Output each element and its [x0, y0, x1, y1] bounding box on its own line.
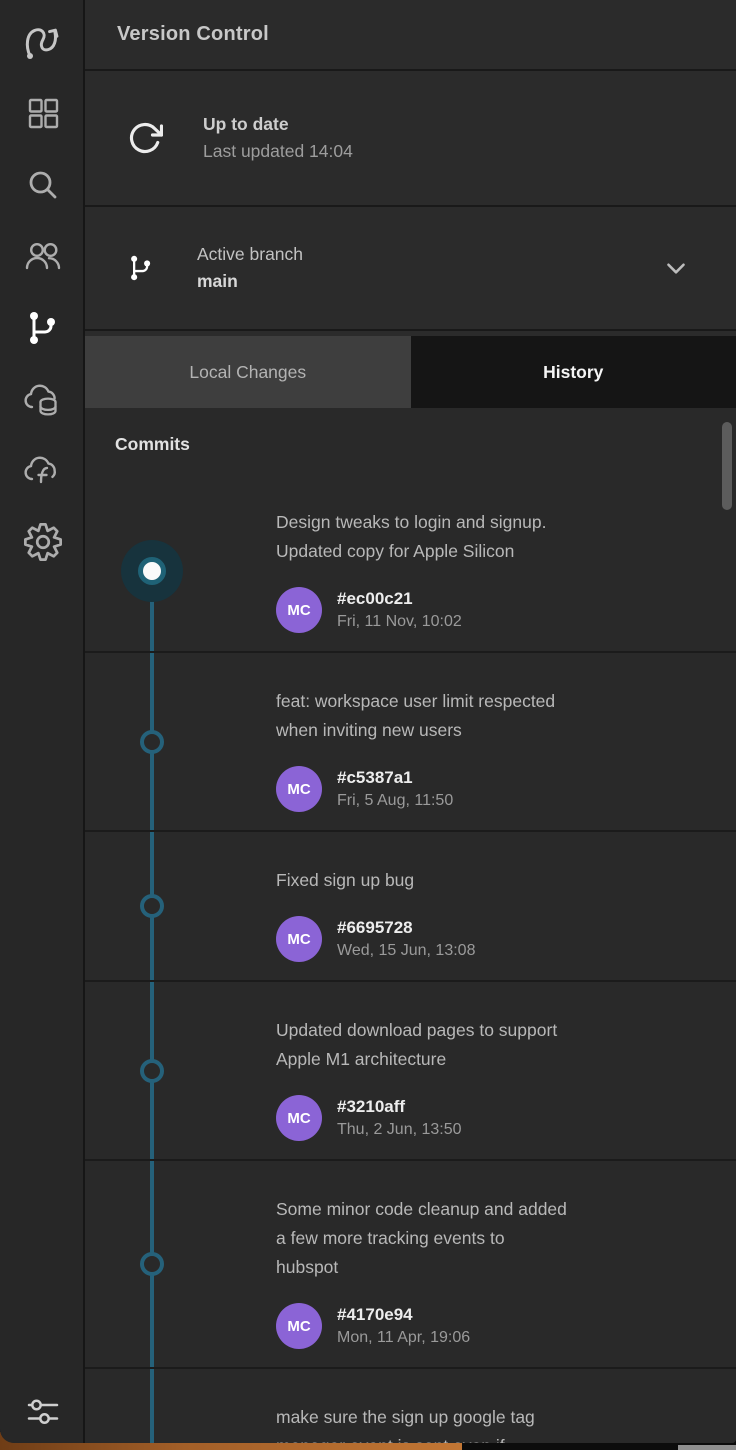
avatar: MC	[276, 1303, 322, 1349]
commits-heading: Commits	[85, 408, 736, 470]
commit-message: Design tweaks to login and signup. Updat…	[276, 508, 700, 566]
version-control-icon[interactable]	[0, 307, 85, 349]
team-icon[interactable]	[0, 236, 85, 278]
commit-row[interactable]: feat: workspace user limit respected whe…	[85, 651, 736, 830]
active-branch-selector[interactable]: Active branch main	[85, 207, 736, 331]
refresh-icon[interactable]	[127, 120, 163, 156]
app-logo-icon[interactable]	[0, 18, 85, 62]
commit-row[interactable]: Some minor code cleanup and added a few …	[85, 1159, 736, 1367]
tab-bar: Local Changes History	[85, 336, 736, 408]
commit-timeline-node	[140, 1059, 164, 1083]
commit-row[interactable]: Fixed sign up bug MC #6695728 Wed, 15 Ju…	[85, 830, 736, 980]
chevron-down-icon[interactable]	[662, 254, 690, 282]
settings-gear-icon[interactable]	[0, 521, 85, 563]
commit-timeline-node	[140, 1252, 164, 1276]
sync-status-text: Up to date	[203, 114, 353, 135]
tab-history[interactable]: History	[411, 336, 736, 408]
commit-timeline-node	[140, 894, 164, 918]
commit-message: Updated download pages to support Apple …	[276, 1016, 700, 1074]
version-control-panel: Version Control Up to date Last updated …	[85, 0, 736, 1443]
dashboard-icon[interactable]	[0, 93, 85, 133]
branch-icon	[125, 252, 157, 284]
panel-header: Version Control	[85, 0, 736, 71]
commit-row[interactable]: Design tweaks to login and signup. Updat…	[85, 470, 736, 651]
commit-date: Thu, 2 Jun, 13:50	[337, 1121, 462, 1139]
commit-hash: #ec00c21	[337, 589, 462, 609]
sync-last-updated: Last updated 14:04	[203, 141, 353, 162]
commit-row[interactable]: Updated download pages to support Apple …	[85, 980, 736, 1159]
commit-hash: #4170e94	[337, 1305, 470, 1325]
branch-name: main	[197, 271, 303, 292]
commit-history-panel: Commits Design tweaks to login and signu…	[85, 408, 736, 1443]
commit-hash: #3210aff	[337, 1097, 462, 1117]
commit-message: make sure the sign up google tag manager…	[276, 1403, 700, 1443]
commit-timeline-node	[140, 730, 164, 754]
commit-row[interactable]: make sure the sign up google tag manager…	[85, 1367, 736, 1443]
cloud-storage-icon[interactable]	[0, 378, 85, 422]
branch-label: Active branch	[197, 244, 303, 265]
avatar: MC	[276, 766, 322, 812]
commit-message: feat: workspace user limit respected whe…	[276, 687, 700, 745]
avatar: MC	[276, 1095, 322, 1141]
avatar: MC	[276, 587, 322, 633]
sidebar	[0, 0, 85, 1443]
commit-list: Design tweaks to login and signup. Updat…	[85, 470, 736, 1443]
commit-message: Fixed sign up bug	[276, 866, 700, 895]
commit-hash: #6695728	[337, 918, 475, 938]
avatar: MC	[276, 916, 322, 962]
cloud-functions-icon[interactable]	[0, 448, 85, 492]
app-window: Version Control Up to date Last updated …	[0, 0, 736, 1443]
search-icon[interactable]	[0, 165, 85, 205]
commit-hash: #c5387a1	[337, 768, 453, 788]
commit-date: Mon, 11 Apr, 19:06	[337, 1329, 470, 1347]
sync-status-section[interactable]: Up to date Last updated 14:04	[85, 71, 736, 207]
background-window-edge	[678, 1445, 736, 1450]
preferences-sliders-icon[interactable]	[0, 1392, 85, 1432]
commit-message: Some minor code cleanup and added a few …	[276, 1195, 700, 1282]
commit-date: Fri, 5 Aug, 11:50	[337, 792, 453, 810]
page-title: Version Control	[117, 23, 269, 46]
scrollbar[interactable]	[722, 422, 732, 510]
commit-timeline-node	[121, 540, 183, 602]
tab-local-changes[interactable]: Local Changes	[85, 336, 411, 408]
commit-date: Fri, 11 Nov, 10:02	[337, 613, 462, 631]
commit-date: Wed, 15 Jun, 13:08	[337, 942, 475, 960]
